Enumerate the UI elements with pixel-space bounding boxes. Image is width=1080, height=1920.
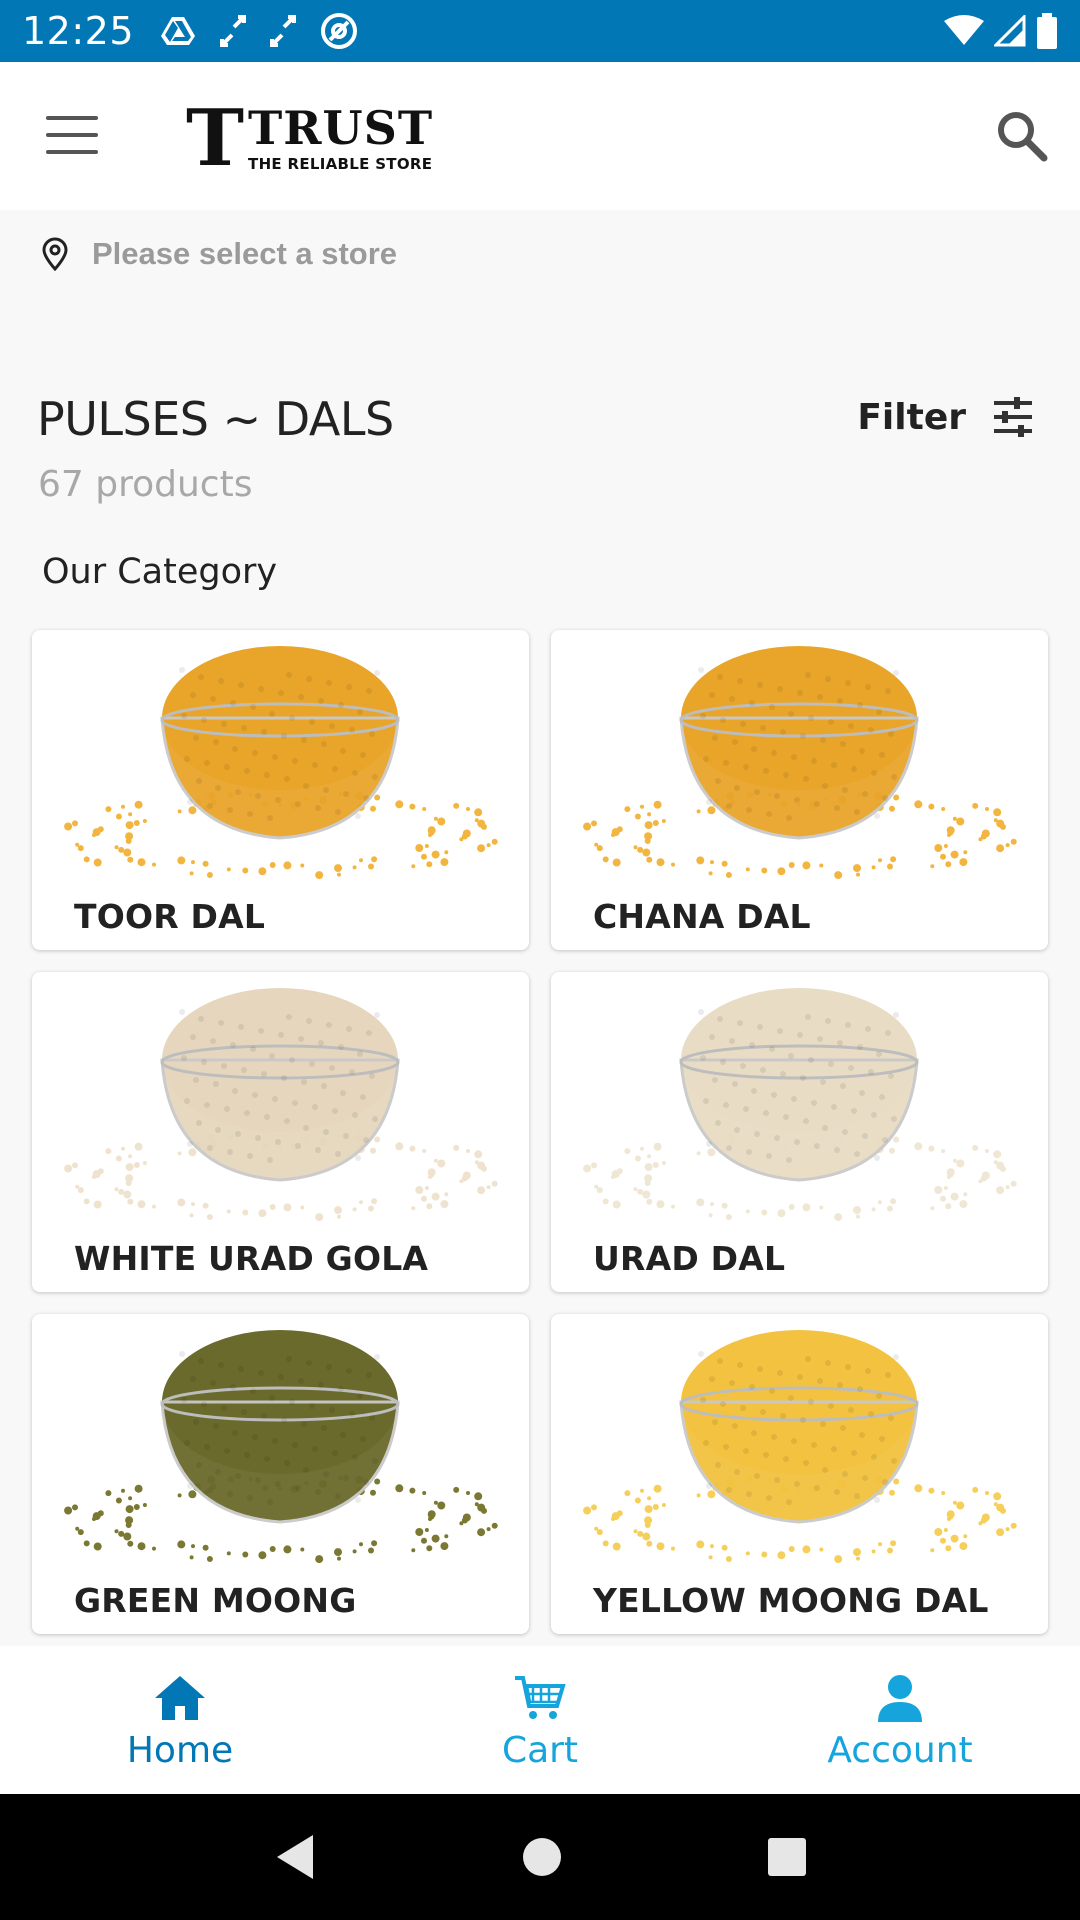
category-image bbox=[583, 1330, 1017, 1564]
nav-cart[interactable]: Cart bbox=[360, 1646, 720, 1794]
nav-cart-label: Cart bbox=[501, 1730, 579, 1771]
location-pin-icon bbox=[42, 237, 68, 271]
store-logo[interactable]: T TRUST THE RELIABLE STORE bbox=[186, 100, 433, 178]
account-icon bbox=[878, 1675, 922, 1722]
logo-mark: T bbox=[186, 93, 244, 184]
category-grid: TOOR DAL CHANA DAL WHITE URAD GOLA URAD DAL… bbox=[32, 630, 1048, 1634]
signal-icon bbox=[994, 15, 1026, 47]
search-icon bbox=[998, 112, 1048, 162]
hamburger-icon-bar bbox=[46, 150, 98, 154]
logo-tagline: THE RELIABLE STORE bbox=[248, 155, 433, 173]
store-selector[interactable]: Please select a store bbox=[40, 236, 397, 272]
filter-button[interactable]: Filter bbox=[857, 396, 1034, 438]
sync-icon bbox=[270, 15, 297, 47]
nav-account-label: Account bbox=[827, 1730, 973, 1771]
store-selector-text: Please select a store bbox=[92, 236, 398, 271]
status-notification-icons bbox=[160, 12, 358, 50]
category-label: YELLOW MOONG DAL bbox=[593, 1581, 989, 1620]
home-circle-icon[interactable] bbox=[522, 1837, 562, 1877]
category-card[interactable]: YELLOW MOONG DAL bbox=[551, 1314, 1048, 1634]
sync-icon bbox=[220, 15, 247, 47]
battery-icon bbox=[1037, 13, 1057, 49]
category-image bbox=[583, 988, 1017, 1222]
category-label: URAD DAL bbox=[593, 1239, 786, 1278]
page-title: PULSES ~ DALS bbox=[37, 392, 394, 446]
category-card[interactable]: WHITE URAD GOLA bbox=[32, 972, 529, 1292]
at-icon bbox=[321, 13, 358, 49]
section-title: Our Category bbox=[42, 552, 278, 592]
category-card[interactable]: GREEN MOONG bbox=[32, 1314, 529, 1634]
nav-home[interactable]: Home bbox=[0, 1646, 360, 1794]
category-label: GREEN MOONG bbox=[74, 1581, 357, 1620]
category-label: TOOR DAL bbox=[74, 897, 266, 936]
category-label: WHITE URAD GOLA bbox=[74, 1239, 429, 1278]
category-card[interactable]: CHANA DAL bbox=[551, 630, 1048, 950]
nav-home-label: Home bbox=[126, 1730, 234, 1771]
filter-label: Filter bbox=[857, 396, 966, 438]
app-header: T TRUST THE RELIABLE STORE bbox=[0, 62, 1080, 210]
nav-account[interactable]: Account bbox=[720, 1646, 1080, 1794]
category-image bbox=[64, 1330, 498, 1564]
status-bar: 12:25 bbox=[0, 0, 1080, 62]
home-icon bbox=[155, 1676, 205, 1720]
menu-button[interactable] bbox=[44, 110, 100, 160]
sliders-icon bbox=[994, 397, 1032, 437]
category-label: CHANA DAL bbox=[593, 897, 811, 936]
back-icon[interactable] bbox=[273, 1833, 317, 1881]
category-image bbox=[64, 988, 498, 1222]
category-image bbox=[64, 646, 498, 880]
system-navigation-bar bbox=[0, 1794, 1080, 1920]
search-button[interactable] bbox=[992, 106, 1052, 166]
logo-text: TRUST THE RELIABLE STORE bbox=[248, 105, 433, 173]
category-card[interactable]: URAD DAL bbox=[551, 972, 1048, 1292]
wifi-icon bbox=[944, 15, 984, 45]
bottom-navigation: Home Cart Account bbox=[0, 1646, 1080, 1794]
product-count: 67 products bbox=[38, 464, 253, 505]
cart-icon bbox=[515, 1676, 566, 1719]
status-system-icons bbox=[944, 13, 1058, 49]
category-card[interactable]: TOOR DAL bbox=[32, 630, 529, 950]
category-image bbox=[583, 646, 1017, 880]
hamburger-icon bbox=[46, 116, 98, 120]
hamburger-icon-bar bbox=[46, 133, 98, 137]
recents-icon[interactable] bbox=[767, 1837, 807, 1877]
drive-icon bbox=[161, 17, 196, 45]
status-time: 12:25 bbox=[22, 9, 135, 53]
logo-name: TRUST bbox=[248, 101, 434, 155]
